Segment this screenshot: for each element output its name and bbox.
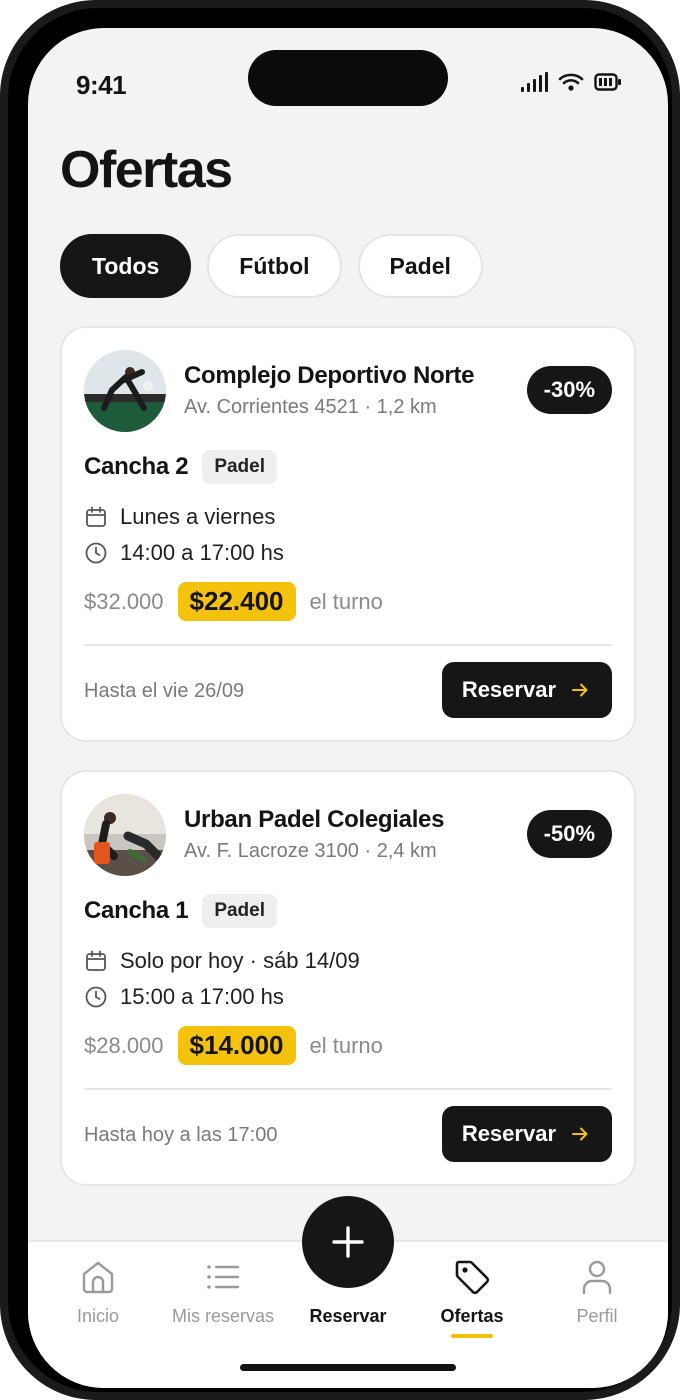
discount-badge: -50%	[526, 810, 612, 858]
home-indicator	[240, 1364, 456, 1371]
offer-deadline: Hasta el vie 26/09	[84, 680, 245, 702]
filter-chip-padel[interactable]: Padel	[357, 234, 483, 298]
reserve-button[interactable]: Reservar	[441, 1106, 612, 1162]
sport-tag: Padel	[202, 894, 278, 928]
phone-frame: 9:41 Ofertas Todos Fútbol Padel Complejo…	[0, 0, 680, 1400]
venue-address: Av. F. Lacroze 3100 · 2,4 km	[184, 840, 437, 862]
phone-bezel: 9:41 Ofertas Todos Fútbol Padel Complejo…	[8, 8, 672, 1392]
schedule-hours: 15:00 a 17:00 hs	[84, 984, 284, 1010]
old-price: $32.000	[84, 588, 164, 614]
cellular-signal-icon	[521, 72, 548, 92]
price-unit: el turno	[309, 588, 383, 614]
status-icons	[520, 72, 622, 92]
schedule-days: Lunes a viernes	[84, 504, 275, 530]
sport-tag: Padel	[202, 450, 278, 484]
screen: 9:41 Ofertas Todos Fútbol Padel Complejo…	[28, 28, 668, 1388]
old-price: $28.000	[84, 1032, 164, 1058]
days-text: Lunes a viernes	[120, 504, 276, 529]
active-tab-indicator	[451, 1334, 493, 1338]
page-title: Ofertas	[60, 141, 233, 199]
venue-name: Complejo Deportivo Norte	[184, 362, 475, 389]
court-row: Cancha 1 Padel	[84, 894, 278, 928]
tab-label: Inicio	[76, 1306, 120, 1326]
tab-label: Ofertas	[440, 1306, 504, 1326]
new-price: $14.000	[177, 1026, 296, 1065]
reserve-button-label: Reservar	[461, 1121, 556, 1146]
wifi-icon	[558, 73, 584, 91]
price-unit: el turno	[309, 1032, 383, 1058]
tag-icon	[455, 1260, 490, 1295]
clock-icon	[85, 986, 107, 1008]
divider	[84, 1088, 612, 1090]
court-name: Cancha 1	[84, 897, 189, 924]
plus-icon	[332, 1226, 364, 1258]
price-row: $32.000 $22.400 el turno	[84, 582, 383, 621]
reserve-button-label: Reservar	[461, 677, 556, 702]
court-name: Cancha 2	[84, 453, 189, 480]
status-time: 9:41	[76, 70, 127, 100]
new-price: $22.400	[177, 582, 296, 621]
clock-icon	[85, 542, 107, 564]
tab-label: Reservar	[309, 1306, 387, 1326]
battery-icon	[594, 73, 621, 91]
venue-address: Av. Corrientes 4521 · 1,2 km	[184, 396, 437, 418]
user-icon	[582, 1260, 612, 1295]
arrow-right-icon	[572, 683, 588, 697]
dynamic-island	[248, 50, 448, 106]
venue-name: Urban Padel Colegiales	[184, 806, 445, 833]
price-row: $28.000 $14.000 el turno	[84, 1026, 383, 1065]
days-text: Solo por hoy · sáb 14/09	[120, 948, 360, 973]
tab-label: Perfil	[576, 1306, 618, 1326]
filter-chips: Todos Fútbol Padel	[60, 234, 483, 298]
calendar-icon	[86, 950, 106, 971]
filter-chip-futbol[interactable]: Fútbol	[207, 234, 342, 298]
divider	[84, 644, 612, 646]
arrow-right-icon	[572, 1127, 588, 1141]
new-booking-button[interactable]	[302, 1196, 394, 1288]
calendar-icon	[86, 506, 106, 527]
court-row: Cancha 2 Padel	[84, 450, 278, 484]
hours-text: 14:00 a 17:00 hs	[120, 540, 284, 565]
schedule-days: Solo por hoy · sáb 14/09	[84, 948, 360, 974]
filter-chip-todos[interactable]: Todos	[60, 234, 192, 298]
hours-text: 15:00 a 17:00 hs	[120, 984, 284, 1009]
schedule-hours: 14:00 a 17:00 hs	[84, 540, 284, 566]
venue-avatar	[84, 794, 166, 876]
reserve-button[interactable]: Reservar	[441, 662, 612, 718]
offer-card[interactable]: Urban Padel Colegiales Av. F. Lacroze 31…	[60, 770, 636, 1186]
list-icon	[207, 1265, 240, 1289]
offer-card[interactable]: Complejo Deportivo Norte Av. Corrientes …	[60, 326, 636, 742]
discount-badge: -30%	[526, 366, 612, 414]
venue-avatar	[84, 350, 166, 432]
tab-label: Mis reservas	[171, 1306, 274, 1326]
home-icon	[82, 1261, 114, 1294]
offer-deadline: Hasta hoy a las 17:00	[84, 1124, 278, 1146]
